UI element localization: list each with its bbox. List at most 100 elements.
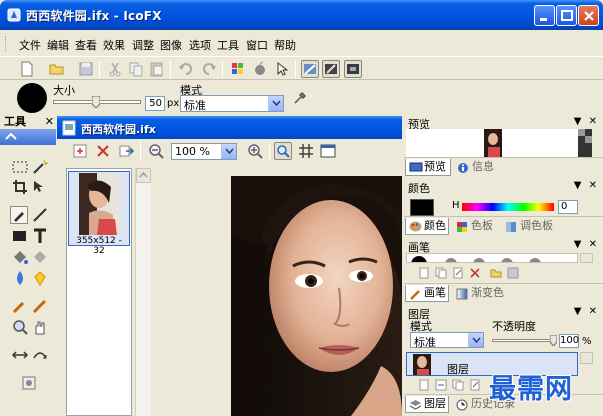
crop-tool[interactable]: [11, 178, 29, 196]
menu-tools[interactable]: 工具: [217, 37, 239, 53]
hue-slider[interactable]: [462, 203, 554, 211]
menu-file[interactable]: 文件: [19, 37, 41, 53]
zoom-in-button[interactable]: [246, 142, 264, 160]
brush-tool[interactable]: [31, 297, 49, 315]
tab-swatches[interactable]: 色板: [453, 218, 497, 235]
menu-edit[interactable]: 编辑: [47, 37, 69, 53]
canvas-area[interactable]: [151, 168, 402, 416]
close-button[interactable]: [578, 5, 599, 26]
preview-window-button[interactable]: [319, 142, 337, 160]
add-image-button[interactable]: [71, 142, 89, 160]
primary-color-swatch[interactable]: [410, 199, 434, 216]
layer-opacity-thumb[interactable]: [550, 335, 557, 346]
layer-mode-select[interactable]: 标准: [410, 332, 484, 349]
save-brush-icon[interactable]: [507, 267, 519, 279]
marquee-tool[interactable]: [11, 158, 29, 176]
dropper-settings-icon[interactable]: [293, 91, 307, 105]
canvas-image[interactable]: [231, 176, 402, 416]
layers-scroll-up[interactable]: [580, 352, 593, 364]
merge-layer-icon[interactable]: [435, 379, 447, 391]
new-brush-icon[interactable]: [418, 267, 430, 279]
rotate-tool[interactable]: [31, 346, 49, 364]
batch-button[interactable]: [322, 60, 340, 78]
new-button[interactable]: [18, 60, 36, 78]
fill-tool[interactable]: [11, 248, 29, 266]
open-button[interactable]: [48, 60, 66, 78]
zoom-tool[interactable]: [11, 318, 29, 336]
menu-help[interactable]: 帮助: [274, 37, 296, 53]
tab-layers[interactable]: 图层: [405, 396, 449, 413]
paste-button[interactable]: [148, 60, 166, 78]
windows-icon-button[interactable]: [229, 60, 247, 78]
preview-panel-controls[interactable]: ▼ ✕: [574, 116, 599, 127]
menu-view[interactable]: 查看: [75, 37, 97, 53]
cursor-button[interactable]: [273, 60, 291, 78]
layers-panel-controls[interactable]: ▼ ✕: [574, 306, 599, 317]
delete-image-button[interactable]: [94, 142, 112, 160]
copy-button[interactable]: [127, 60, 145, 78]
pencil-tool[interactable]: [10, 206, 28, 224]
cut-button[interactable]: [106, 60, 124, 78]
menu-options[interactable]: 选项: [189, 37, 211, 53]
line-tool[interactable]: [31, 206, 49, 224]
hue-input[interactable]: 0: [558, 200, 578, 214]
redo-button[interactable]: [200, 60, 218, 78]
new-layer-icon[interactable]: [418, 379, 430, 391]
gradient-tool[interactable]: [31, 248, 49, 266]
tab-palette[interactable]: 调色板: [502, 218, 560, 235]
grid-button[interactable]: [297, 142, 315, 160]
save-button[interactable]: [77, 60, 95, 78]
color-panel-controls[interactable]: ▼ ✕: [574, 180, 599, 191]
brush-list-scroll-up[interactable]: [580, 253, 593, 263]
window-title-bar[interactable]: 西西软件园.ifx - IcoFX: [0, 0, 603, 30]
tab-preview[interactable]: 预览: [405, 159, 451, 176]
hand-tool[interactable]: [31, 318, 49, 336]
brush-list[interactable]: [406, 253, 578, 263]
tab-brush[interactable]: 画笔: [405, 285, 449, 302]
blur-tool[interactable]: [11, 269, 29, 287]
layer-opacity-input[interactable]: 100: [559, 334, 579, 348]
image-list-item[interactable]: 355x512 - 32: [68, 171, 130, 256]
layer-properties-icon[interactable]: [469, 379, 481, 391]
edit-brush-icon[interactable]: [452, 267, 464, 279]
magic-wand-tool[interactable]: [31, 158, 49, 176]
text-tool[interactable]: [31, 227, 49, 245]
tab-info[interactable]: 信息: [454, 159, 500, 176]
tools-tab[interactable]: [0, 129, 56, 145]
size-slider-thumb[interactable]: [92, 96, 100, 108]
document-title-bar[interactable]: 西西软件园.ifx: [57, 116, 402, 139]
scroll-up-button[interactable]: [136, 168, 151, 183]
brush-panel-controls[interactable]: ▼ ✕: [574, 239, 599, 250]
menu-window[interactable]: 窗口: [246, 37, 268, 53]
copy-brush-icon[interactable]: [435, 267, 447, 279]
zoom-select[interactable]: 100 %: [171, 143, 237, 160]
swap-colors-tool[interactable]: [11, 346, 29, 364]
layer-opacity-slider[interactable]: [492, 339, 556, 342]
open-brush-icon[interactable]: [490, 267, 502, 279]
menu-image[interactable]: 图像: [160, 37, 182, 53]
apple-icon-button[interactable]: [251, 60, 269, 78]
layer-mode-dropdown-button[interactable]: [468, 333, 483, 347]
menu-effects[interactable]: 效果: [103, 37, 125, 53]
eyedropper-tool[interactable]: [11, 297, 29, 315]
extract-icon-button[interactable]: [301, 60, 319, 78]
menu-adjust[interactable]: 调整: [132, 37, 154, 53]
mode-select[interactable]: 标准: [180, 95, 284, 112]
tab-color[interactable]: 颜色: [405, 218, 449, 235]
minimize-button[interactable]: [534, 5, 555, 26]
move-tool[interactable]: [31, 178, 49, 196]
color-replace-tool[interactable]: [31, 269, 49, 287]
menu-grip[interactable]: [5, 36, 8, 52]
tab-gradient[interactable]: 渐变色: [453, 285, 511, 302]
maximize-button[interactable]: [556, 5, 577, 26]
screen-capture-tool[interactable]: [20, 374, 38, 392]
size-input[interactable]: 50: [145, 96, 165, 111]
zoom-dropdown-button[interactable]: [221, 144, 236, 159]
export-image-button[interactable]: [117, 142, 135, 160]
zoom-out-button[interactable]: [147, 142, 165, 160]
rectangle-tool[interactable]: [11, 227, 29, 245]
tools-panel-close[interactable]: ✕: [45, 116, 54, 127]
mode-dropdown-button[interactable]: [268, 96, 283, 111]
delete-brush-icon[interactable]: [469, 267, 481, 279]
copy-layer-icon[interactable]: [452, 379, 464, 391]
